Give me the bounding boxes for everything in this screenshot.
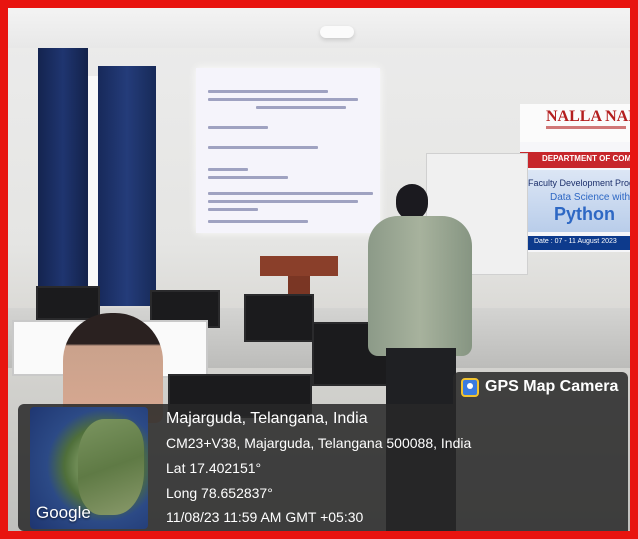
curtain-left	[38, 48, 88, 298]
timestamp: 11/08/23 11:59 AM GMT +05:30	[166, 509, 364, 525]
banner-language: Python	[554, 204, 615, 224]
computer-monitor	[244, 294, 314, 342]
map-landmass	[78, 419, 144, 515]
banner-date-strip: Date : 07 - 11 August 2023	[520, 236, 630, 250]
gps-info-box: Google Majarguda, Telangana, India CM23+…	[18, 404, 628, 531]
presenter-head	[396, 184, 428, 220]
banner-subject: Data Science with	[550, 192, 630, 203]
computer-monitor	[36, 286, 100, 320]
code-line	[208, 126, 268, 129]
longitude: Long 78.652837°	[166, 485, 273, 501]
gps-app-name: GPS Map Camera	[485, 378, 619, 395]
classroom-photo: NALLA NAR DEPARTMENT OF COMP Faculty Dev…	[8, 8, 630, 531]
curtain-right	[98, 66, 156, 306]
banner-date: Date : 07 - 11 August 2023	[534, 238, 617, 245]
presenter	[368, 216, 472, 356]
ceiling-light	[320, 26, 354, 38]
ceiling	[8, 8, 630, 48]
map-pin-icon	[461, 378, 479, 397]
banner-department: DEPARTMENT OF COMP	[542, 154, 630, 163]
event-banner: NALLA NAR DEPARTMENT OF COMP Faculty Dev…	[520, 104, 630, 252]
google-logo: Google	[36, 503, 91, 522]
code-line	[208, 192, 373, 195]
code-line	[208, 168, 248, 171]
code-line	[208, 146, 318, 149]
gps-app-tag: GPS Map Camera	[453, 372, 628, 404]
code-line	[208, 98, 358, 101]
code-line	[208, 200, 358, 203]
photo-frame: NALLA NAR DEPARTMENT OF COMP Faculty Dev…	[0, 0, 638, 539]
code-line	[208, 176, 288, 179]
banner-subtitle-line	[546, 126, 626, 129]
banner-header: NALLA NAR	[520, 104, 630, 142]
code-line	[208, 90, 328, 93]
place-name: Majarguda, Telangana, India	[166, 410, 368, 427]
banner-department-strip: DEPARTMENT OF COMP	[520, 152, 630, 168]
code-line	[256, 106, 346, 109]
code-line	[208, 208, 258, 211]
banner-title: NALLA NAR	[546, 108, 630, 125]
latitude: Lat 17.402151°	[166, 460, 262, 476]
map-thumbnail: Google	[30, 407, 148, 529]
banner-program: Faculty Development Prog	[528, 178, 630, 188]
code-line	[208, 220, 308, 223]
address: CM23+V38, Majarguda, Telangana 500088, I…	[166, 435, 472, 451]
podium	[260, 256, 338, 276]
projected-slide	[196, 68, 380, 233]
banner-program-panel: Faculty Development Prog Data Science wi…	[520, 170, 630, 232]
